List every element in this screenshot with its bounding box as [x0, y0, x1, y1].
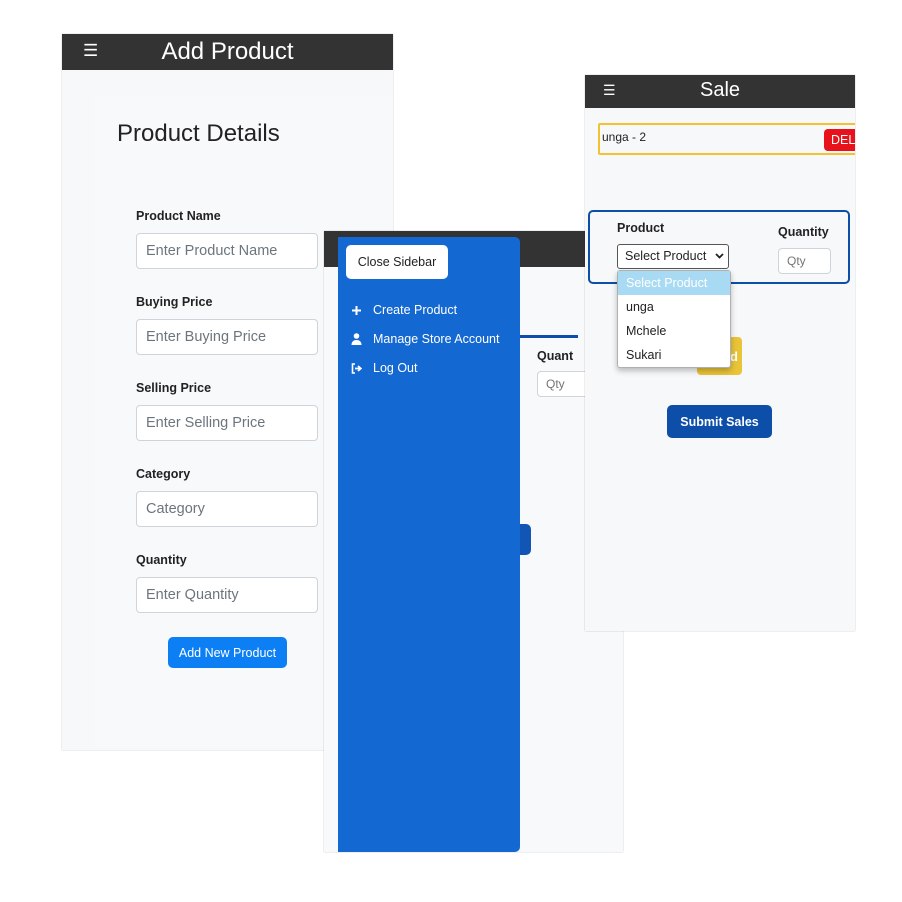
close-sidebar-button[interactable]: Close Sidebar	[346, 245, 448, 279]
cart-item: unga - 2 DEL	[598, 123, 855, 155]
category-input[interactable]	[136, 491, 318, 527]
delete-button[interactable]: DEL	[824, 129, 855, 151]
quantity-label: Quantity	[136, 553, 187, 567]
plus-icon	[351, 305, 373, 316]
dropdown-option[interactable]: Sukari	[618, 343, 730, 367]
page-title: Sale	[699, 79, 741, 101]
selling-price-label: Selling Price	[136, 381, 212, 395]
buying-price-label: Buying Price	[136, 295, 213, 309]
product-label: Product	[617, 221, 665, 235]
cart-item-text: unga - 2	[602, 130, 647, 144]
top-navbar: ☰ Sale	[585, 75, 855, 108]
select-value: Select Product	[625, 249, 707, 263]
quantity-input[interactable]	[136, 577, 318, 613]
product-name-input[interactable]	[136, 233, 318, 269]
top-navbar: ☰ Add Product	[62, 34, 393, 70]
page-title: Add Product	[161, 38, 294, 65]
submit-sales-button[interactable]: Submit Sales	[667, 405, 772, 438]
dropdown-option[interactable]: Mchele	[618, 319, 730, 343]
product-select[interactable]: Select Product	[617, 244, 729, 269]
form-border	[518, 335, 578, 338]
category-label: Category	[136, 467, 191, 481]
sidebar-item-label: Create Product	[373, 303, 458, 317]
quantity-input[interactable]	[778, 248, 831, 274]
sidebar: Close Sidebar Create Product Manage Stor…	[338, 237, 520, 852]
product-name-label: Product Name	[136, 209, 221, 223]
sidebar-screen: Quant Close Sidebar Create Product Manag…	[324, 231, 623, 852]
quantity-label: Quant	[537, 349, 574, 363]
sidebar-item-label: Manage Store Account	[373, 332, 500, 346]
form-heading: Product Details	[117, 120, 280, 147]
dropdown-option[interactable]: unga	[618, 295, 730, 319]
sale-screen: ☰ Sale unga - 2 DEL Product Quantity Sel…	[585, 75, 855, 631]
sidebar-item-manage-store-account[interactable]: Manage Store Account	[351, 330, 499, 348]
buying-price-input[interactable]	[136, 319, 318, 355]
sidebar-item-create-product[interactable]: Create Product	[351, 301, 457, 319]
sidebar-item-label: Log Out	[373, 361, 418, 375]
user-icon	[351, 333, 373, 345]
selling-price-input[interactable]	[136, 405, 318, 441]
add-new-product-button[interactable]: Add New Product	[168, 637, 287, 668]
product-dropdown: Select Product unga Mchele Sukari	[617, 270, 731, 368]
quantity-label: Quantity	[778, 225, 829, 239]
dropdown-option[interactable]: Select Product	[618, 271, 730, 295]
sidebar-item-log-out[interactable]: Log Out	[351, 359, 417, 377]
logout-icon	[351, 362, 373, 374]
